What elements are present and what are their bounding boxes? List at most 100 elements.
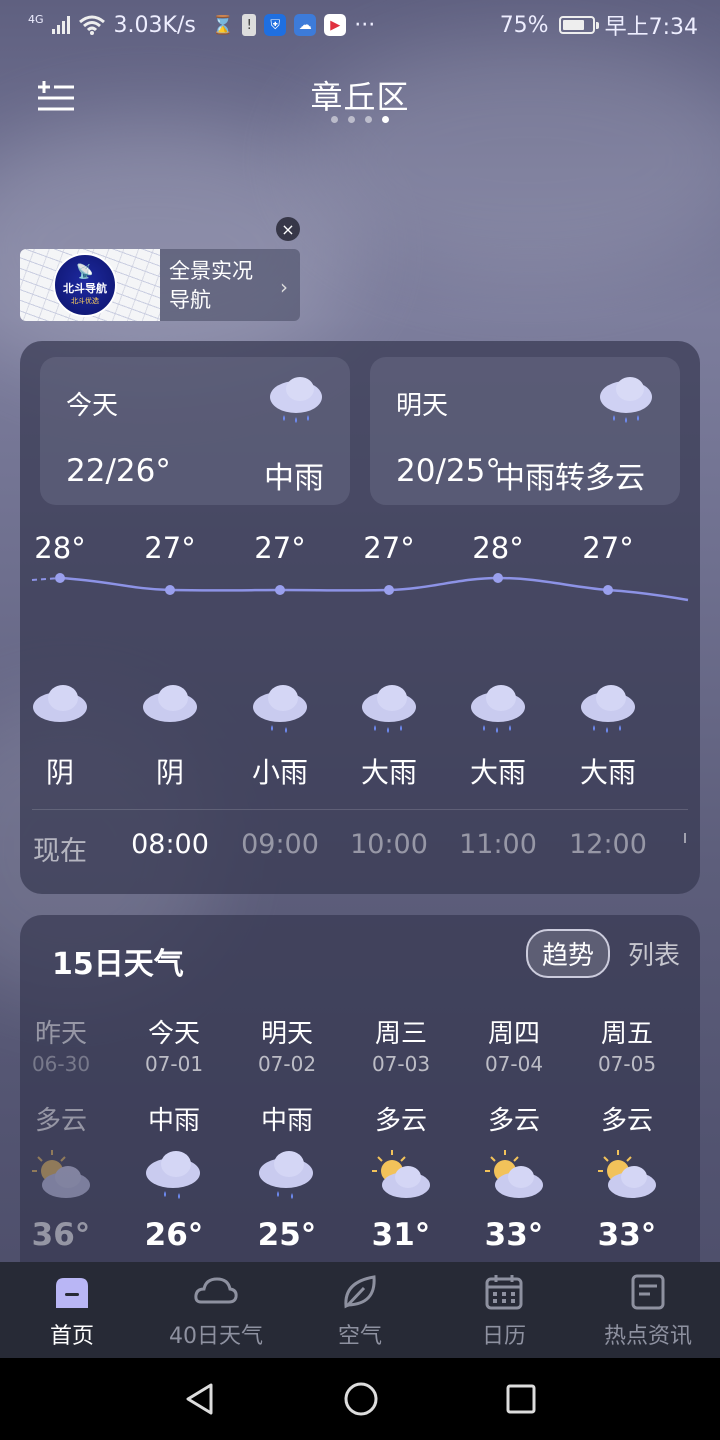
home-icon [56, 1278, 88, 1308]
day-weekday: 周五 [600, 1019, 653, 1049]
heavy-rain-icon [362, 685, 416, 733]
hourly-desc: 阴 [45, 756, 74, 789]
hourly-weather-icon [578, 681, 638, 733]
heavy-rain-icon [581, 685, 635, 733]
network-speed: 3.03K/s [113, 12, 196, 38]
hourly-desc: 大雨 [360, 756, 417, 789]
hourly-temp: 27° [144, 531, 196, 565]
fifteen-day-card: 15日天气 趋势 列表 昨天 06-30 多云 36° 今天 07-01 中雨 26° 明天 07… [20, 915, 700, 1285]
day-weather-icon [143, 1147, 205, 1203]
day-high-temp: 33° [597, 1217, 657, 1253]
page-dot [348, 116, 355, 123]
day-date: 07-03 [371, 1052, 431, 1076]
cloud-icon [143, 685, 197, 722]
recents-icon[interactable] [505, 1383, 537, 1415]
day-weekday: 周四 [487, 1019, 540, 1049]
day-high-temp: 26° [144, 1217, 204, 1253]
trend-tab[interactable]: 趋势 [525, 929, 610, 978]
tab-label: 日历 [481, 1324, 526, 1349]
news-icon [631, 1274, 665, 1310]
hourly-temp: 27° [254, 531, 306, 565]
tab-label: 空气 [337, 1324, 382, 1349]
hourly-weather-icon [468, 681, 528, 733]
day-weather: 中雨 [260, 1106, 313, 1136]
partly-cloudy-icon [485, 1150, 543, 1198]
ad-logo: 📡 北斗导航 北斗优选 [53, 253, 117, 317]
hourly-time: 10:00 [350, 829, 428, 860]
tab-label: 热点资讯 [603, 1324, 692, 1349]
day-high-temp: 36° [31, 1217, 91, 1253]
day-high-temp: 31° [371, 1217, 431, 1253]
alert-icon: ! [242, 14, 257, 36]
tab-air[interactable]: 空气 [288, 1262, 432, 1358]
day-column[interactable]: 昨天 06-30 多云 36° [4, 1013, 118, 1253]
hourly-weather-icon [359, 681, 419, 733]
list-tab[interactable]: 列表 [628, 935, 680, 972]
system-nav-bar [0, 1358, 720, 1440]
hourly-time: 现在 [33, 836, 87, 867]
day-weekday: 周三 [374, 1019, 427, 1049]
ad-logo-sub: 北斗优选 [71, 297, 99, 305]
partly-cloudy-icon [598, 1150, 656, 1198]
ad-close-button[interactable]: × [276, 217, 300, 241]
tab-calendar[interactable]: 日历 [432, 1262, 576, 1358]
today-card: 今天 22/26° 中雨 明天 20/25° 中雨转多云 28° 阴现在 27° 阴 0… [20, 341, 700, 894]
day-column[interactable]: 明天 07-02 中雨 25° [230, 1013, 344, 1253]
wifi-icon [78, 15, 105, 35]
rain-cloud-icon [146, 1151, 200, 1199]
heavy-rain-icon [471, 685, 525, 733]
day-column[interactable]: 周五 07-05 多云 33° [570, 1013, 684, 1253]
day-weather: 多云 [34, 1106, 87, 1136]
bottom-tab-bar: 首页 40日天气 空气 日历 热点资讯 [0, 1262, 720, 1358]
day-column[interactable]: 周四 07-04 多云 33° [457, 1013, 571, 1253]
fifteen-day-title: 15日天气 [52, 947, 184, 982]
signal-icon [51, 16, 70, 34]
hourly-desc: 大雨 [579, 756, 636, 789]
tab-news[interactable]: 热点资讯 [576, 1262, 720, 1358]
hourly-desc: 阴 [155, 756, 184, 789]
light-rain-icon [253, 685, 307, 733]
day-date: 07-05 [597, 1052, 657, 1076]
page-dot [365, 116, 372, 123]
more-notifications-icon: ··· [354, 12, 376, 38]
cloud-icon [33, 685, 87, 722]
battery-percent: 75% [499, 12, 549, 38]
status-bar: 4G 3.03K/s ⌛ ! ⛨ ☁ ▶ ··· 75% 早上7:34 [0, 0, 720, 50]
day-date: 06-30 [31, 1052, 91, 1076]
day-weather-icon [483, 1147, 545, 1203]
day-date: 07-01 [144, 1052, 204, 1076]
ad-banner[interactable]: 📡 北斗导航 北斗优选 全景实况 导航 › [20, 249, 300, 321]
divider [32, 809, 688, 810]
battery-icon [558, 16, 599, 34]
partly-cloudy-icon [32, 1150, 90, 1198]
view-toggle: 趋势 列表 [525, 929, 680, 978]
hourly-desc: 小雨 [251, 756, 308, 789]
tab-40day[interactable]: 40日天气 [144, 1262, 288, 1358]
tab-label: 首页 [49, 1324, 94, 1349]
day-column[interactable]: 今天 07-01 中雨 26° [117, 1013, 231, 1253]
hourly-desc: 大雨 [469, 756, 526, 789]
cloud-outline-icon [194, 1277, 238, 1304]
day-weather: 多云 [487, 1106, 540, 1136]
page-dot-active [382, 116, 389, 123]
hourly-temp: 28° [472, 531, 524, 565]
hourly-time: 09:00 [241, 829, 319, 860]
day-weekday: 昨天 [34, 1019, 87, 1049]
day-weather: 多云 [600, 1106, 653, 1136]
day-weather-icon [256, 1147, 318, 1203]
shield-app-icon: ⛨ [264, 14, 287, 36]
home-circle-icon[interactable] [343, 1381, 379, 1417]
hourly-time: 11:00 [459, 829, 537, 860]
day-weekday: 明天 [260, 1019, 313, 1049]
hourly-time: 12:00 [569, 829, 647, 860]
day-column[interactable]: 周三 07-03 多云 31° [344, 1013, 458, 1253]
city-name[interactable]: 章丘区 [0, 72, 720, 118]
tab-home[interactable]: 首页 [0, 1262, 144, 1358]
back-icon[interactable] [183, 1382, 217, 1416]
clock: 早上7:34 [604, 15, 698, 40]
network-type: 4G [28, 12, 44, 26]
hourly-forecast[interactable]: 28° 阴现在 27° 阴 08:00 27° 小雨 09:00 27° 大雨 10:00 28° 大雨… [20, 341, 700, 894]
hourly-weather-icon [30, 681, 90, 731]
header: 章丘区 [0, 60, 720, 140]
day-weather: 中雨 [147, 1106, 200, 1136]
